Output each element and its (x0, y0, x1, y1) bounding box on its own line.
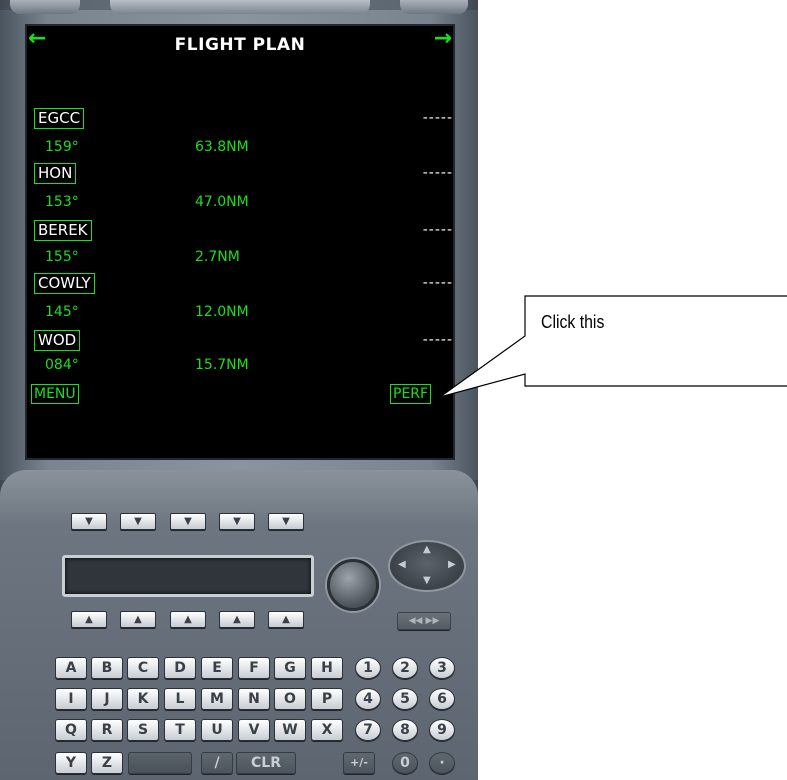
lsk-down-1[interactable]: ▼ (71, 513, 107, 530)
key-t[interactable]: T (164, 719, 196, 741)
key-u[interactable]: U (201, 719, 233, 741)
key-e[interactable]: E (201, 657, 233, 679)
leg-distance: 47.0NM (195, 194, 249, 210)
leg-distance: 2.7NM (195, 249, 240, 265)
dpad-right-icon[interactable]: ▶ (448, 560, 456, 570)
key-2[interactable]: 2 (392, 657, 418, 679)
key-z[interactable]: Z (91, 752, 123, 774)
key-k[interactable]: K (127, 688, 159, 710)
lsk-down-3[interactable]: ▼ (170, 513, 206, 530)
leg-course: 084° (45, 357, 79, 373)
key-d[interactable]: D (164, 657, 196, 679)
leg-course: 153° (45, 194, 79, 210)
key-4[interactable]: 4 (355, 688, 381, 710)
key-j[interactable]: J (91, 688, 123, 710)
key-n[interactable]: N (238, 688, 270, 710)
key-space[interactable] (128, 752, 192, 774)
key-f[interactable]: F (238, 657, 270, 679)
key-6[interactable]: 6 (429, 688, 455, 710)
key-y[interactable]: Y (55, 752, 87, 774)
waypoint-eta: ----- (422, 222, 453, 238)
key-x[interactable]: X (311, 719, 343, 741)
key-v[interactable]: V (238, 719, 270, 741)
lsk-up-3[interactable]: ▲ (170, 611, 206, 628)
key-s[interactable]: S (127, 719, 159, 741)
waypoint-egcc[interactable]: EGCC (34, 108, 85, 129)
lsk-up-5[interactable]: ▲ (268, 611, 304, 628)
key-9[interactable]: 9 (429, 719, 455, 741)
menu-button[interactable]: MENU (31, 384, 79, 404)
bezel-cap-center (110, 0, 370, 14)
leg-distance: 15.7NM (195, 357, 249, 373)
key-o[interactable]: O (274, 688, 306, 710)
key-h[interactable]: H (311, 657, 343, 679)
key-plus-minus[interactable]: +/- (343, 752, 375, 774)
waypoint-eta: ----- (422, 332, 453, 348)
key-p[interactable]: P (311, 688, 343, 710)
waypoint-berek[interactable]: BEREK (34, 220, 92, 241)
dpad-down-icon[interactable]: ▼ (423, 576, 431, 586)
key-c[interactable]: C (127, 657, 159, 679)
page-scroll-keys[interactable]: ◀◀ ▶▶ (397, 612, 451, 630)
perf-button[interactable]: PERF (390, 384, 432, 404)
bezel-cap-left (10, 0, 80, 14)
leg-distance: 12.0NM (195, 304, 249, 320)
key-i[interactable]: I (55, 688, 87, 710)
key-q[interactable]: Q (55, 719, 87, 741)
leg-course: 159° (45, 139, 79, 155)
key-w[interactable]: W (274, 719, 306, 741)
bezel-cap-right (400, 0, 468, 14)
key-m[interactable]: M (201, 688, 233, 710)
key-1[interactable]: 1 (355, 657, 381, 679)
waypoint-eta: ----- (422, 275, 453, 291)
key-g[interactable]: G (274, 657, 306, 679)
key-r[interactable]: R (91, 719, 123, 741)
key-8[interactable]: 8 (392, 719, 418, 741)
next-page-arrow-icon[interactable]: → (434, 28, 452, 50)
key-a[interactable]: A (55, 657, 87, 679)
fmc-screen: ← FLIGHT PLAN → EGCC ----- 159° 63.8NM H… (25, 24, 455, 460)
dpad-left-icon[interactable]: ◀ (398, 560, 406, 570)
waypoint-cowly[interactable]: COWLY (34, 273, 95, 294)
lsk-up-1[interactable]: ▲ (71, 611, 107, 628)
leg-course: 155° (45, 249, 79, 265)
scratchpad-display (62, 555, 314, 597)
dpad-up-icon[interactable]: ▲ (423, 545, 431, 555)
waypoint-eta: ----- (422, 165, 453, 181)
callout-label: Click this (541, 312, 605, 332)
lsk-down-2[interactable]: ▼ (120, 513, 156, 530)
lsk-down-5[interactable]: ▼ (268, 513, 304, 530)
key-5[interactable]: 5 (392, 688, 418, 710)
waypoint-eta: ----- (422, 110, 453, 126)
lsk-up-2[interactable]: ▲ (120, 611, 156, 628)
lsk-down-4[interactable]: ▼ (219, 513, 255, 530)
leg-distance: 63.8NM (195, 139, 249, 155)
leg-course: 145° (45, 304, 79, 320)
key-b[interactable]: B (91, 657, 123, 679)
fmc-device: ← FLIGHT PLAN → EGCC ----- 159° 63.8NM H… (0, 0, 478, 780)
round-select-button[interactable] (327, 559, 379, 611)
key-7[interactable]: 7 (355, 719, 381, 741)
lsk-up-4[interactable]: ▲ (219, 611, 255, 628)
key-clr[interactable]: CLR (236, 752, 296, 774)
key-l[interactable]: L (164, 688, 196, 710)
key-0[interactable]: 0 (392, 752, 418, 774)
waypoint-hon[interactable]: HON (34, 163, 77, 184)
key-3[interactable]: 3 (429, 657, 455, 679)
page-title: FLIGHT PLAN (174, 35, 306, 55)
waypoint-wod[interactable]: WOD (34, 330, 81, 351)
key-slash[interactable]: / (201, 752, 233, 774)
key-dot[interactable]: · (429, 752, 455, 774)
direction-pad[interactable]: ▲ ▼ ◀ ▶ (388, 540, 466, 592)
